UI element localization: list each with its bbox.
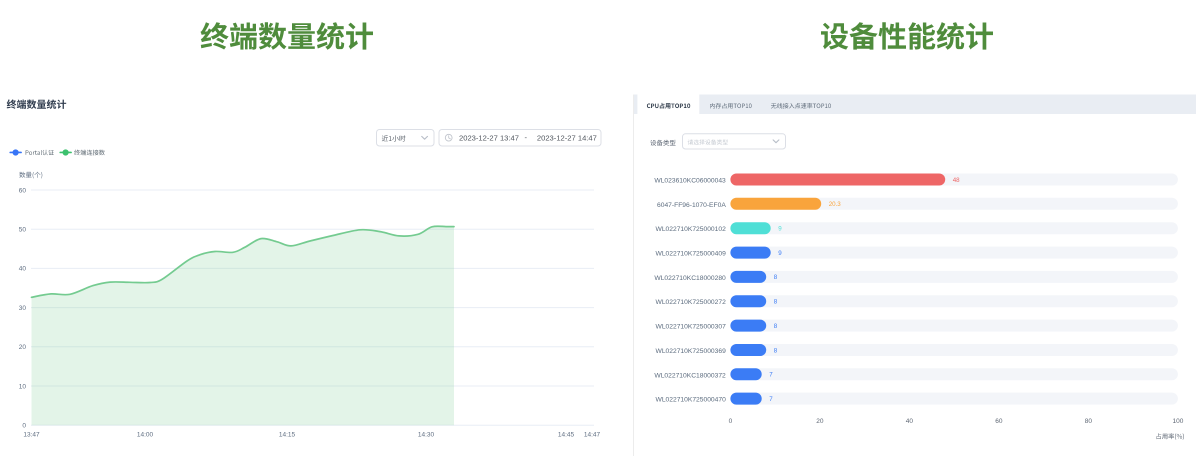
svg-text:8: 8 xyxy=(774,274,778,281)
svg-text:14:00: 14:00 xyxy=(137,432,154,439)
svg-text:WL022710K725000307: WL022710K725000307 xyxy=(656,324,727,331)
svg-text:WL022710K725000272: WL022710K725000272 xyxy=(656,299,727,306)
svg-text:13:47: 13:47 xyxy=(23,432,40,439)
svg-text:0: 0 xyxy=(22,423,26,430)
svg-text:14:15: 14:15 xyxy=(279,432,296,439)
svg-text:48: 48 xyxy=(953,177,960,184)
svg-text:WL022710K725000102: WL022710K725000102 xyxy=(656,226,727,233)
svg-text:40: 40 xyxy=(906,418,914,425)
svg-text:50: 50 xyxy=(19,227,27,234)
svg-text:14:47: 14:47 xyxy=(584,432,601,439)
svg-text:30: 30 xyxy=(19,305,27,312)
svg-text:6047-FF96-1070-EF0A: 6047-FF96-1070-EF0A xyxy=(657,202,726,209)
svg-text:14:45: 14:45 xyxy=(558,432,575,439)
svg-text:WL022710K725000369: WL022710K725000369 xyxy=(656,348,727,355)
svg-text:7: 7 xyxy=(769,396,773,403)
svg-text:8: 8 xyxy=(774,299,778,306)
svg-text:60: 60 xyxy=(19,187,27,194)
svg-text:80: 80 xyxy=(1085,418,1093,425)
svg-text:WL023610KC06000043: WL023610KC06000043 xyxy=(654,178,726,185)
svg-text:WL022710KC18000280: WL022710KC18000280 xyxy=(654,275,726,282)
svg-text:10: 10 xyxy=(19,383,27,390)
svg-text:100: 100 xyxy=(1172,418,1183,425)
svg-text:20: 20 xyxy=(816,418,824,425)
svg-text:0: 0 xyxy=(729,418,733,425)
svg-text:40: 40 xyxy=(19,266,27,273)
svg-text:2023-12-27 13:47: 2023-12-27 13:47 xyxy=(459,133,519,142)
svg-text:WL022710KC18000372: WL022710KC18000372 xyxy=(654,372,726,379)
svg-text:2023-12-27 14:47: 2023-12-27 14:47 xyxy=(537,133,597,142)
svg-text:20: 20 xyxy=(19,344,27,351)
svg-text:60: 60 xyxy=(995,418,1003,425)
svg-text:8: 8 xyxy=(774,323,778,330)
svg-text:WL022710K725000409: WL022710K725000409 xyxy=(656,251,727,258)
svg-text:WL022710K725000470: WL022710K725000470 xyxy=(656,397,727,404)
svg-text:9: 9 xyxy=(778,250,782,257)
svg-text:8: 8 xyxy=(774,347,778,354)
svg-text:20.3: 20.3 xyxy=(829,201,842,208)
svg-text:7: 7 xyxy=(769,372,773,379)
svg-text:14:30: 14:30 xyxy=(418,432,435,439)
svg-text:9: 9 xyxy=(778,226,782,233)
